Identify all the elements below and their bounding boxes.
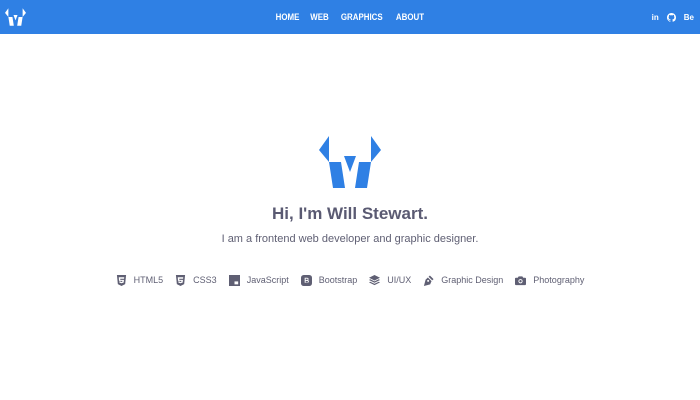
skill-uiux: UI/UX xyxy=(369,274,412,286)
social-links: in Be xyxy=(652,0,694,34)
css3-icon xyxy=(176,274,186,286)
skill-css3: CSS3 xyxy=(175,274,217,286)
hero-logo xyxy=(319,136,381,188)
pen-icon xyxy=(424,274,434,286)
layers-icon xyxy=(369,274,381,285)
javascript-icon xyxy=(228,274,240,286)
nav-home[interactable]: HOME xyxy=(276,12,300,22)
github-icon xyxy=(666,12,676,22)
skill-label: JavaScript xyxy=(246,275,289,285)
linkedin-icon: in xyxy=(651,12,659,22)
skill-label: HTML5 xyxy=(133,275,164,285)
navbar: HOME WEB GRAPHICS ABOUT in Be xyxy=(0,0,700,34)
hero-headline: Hi, I'm Will Stewart. xyxy=(272,204,428,223)
skill-bootstrap: Bootstrap xyxy=(300,274,358,286)
skill-html5: HTML5 xyxy=(116,274,164,286)
nav-graphics[interactable]: GRAPHICS xyxy=(341,12,383,22)
skill-label: Bootstrap xyxy=(318,275,358,285)
skill-photography: Photography xyxy=(515,275,584,286)
linkedin-link[interactable]: in xyxy=(652,13,659,22)
skill-label: UI/UX xyxy=(387,275,412,285)
camera-icon xyxy=(515,275,527,285)
nav-about[interactable]: ABOUT xyxy=(396,12,424,22)
nav-web[interactable]: WEB xyxy=(310,12,328,22)
skill-javascript: JavaScript xyxy=(228,274,289,286)
skill-label: Graphic Design xyxy=(441,275,504,285)
hero-tagline: I am a frontend web developer and graphi… xyxy=(221,233,479,245)
main-nav: HOME WEB GRAPHICS ABOUT xyxy=(0,0,700,34)
skill-label: Photography xyxy=(533,275,585,285)
bootstrap-icon xyxy=(300,274,312,286)
skill-label: CSS3 xyxy=(193,275,217,285)
w-logo-icon xyxy=(5,8,26,26)
w-logo-icon xyxy=(319,136,381,188)
github-link[interactable] xyxy=(666,12,676,22)
skill-graphic-design: Graphic Design xyxy=(423,274,504,286)
html5-icon xyxy=(116,274,126,286)
skills-list: HTML5 CSS3 JavaScript Bootstrap UI/UX Gr… xyxy=(0,272,700,288)
behance-icon: Be xyxy=(683,12,694,22)
behance-link[interactable]: Be xyxy=(684,13,694,22)
brand-logo-link[interactable] xyxy=(5,7,26,27)
